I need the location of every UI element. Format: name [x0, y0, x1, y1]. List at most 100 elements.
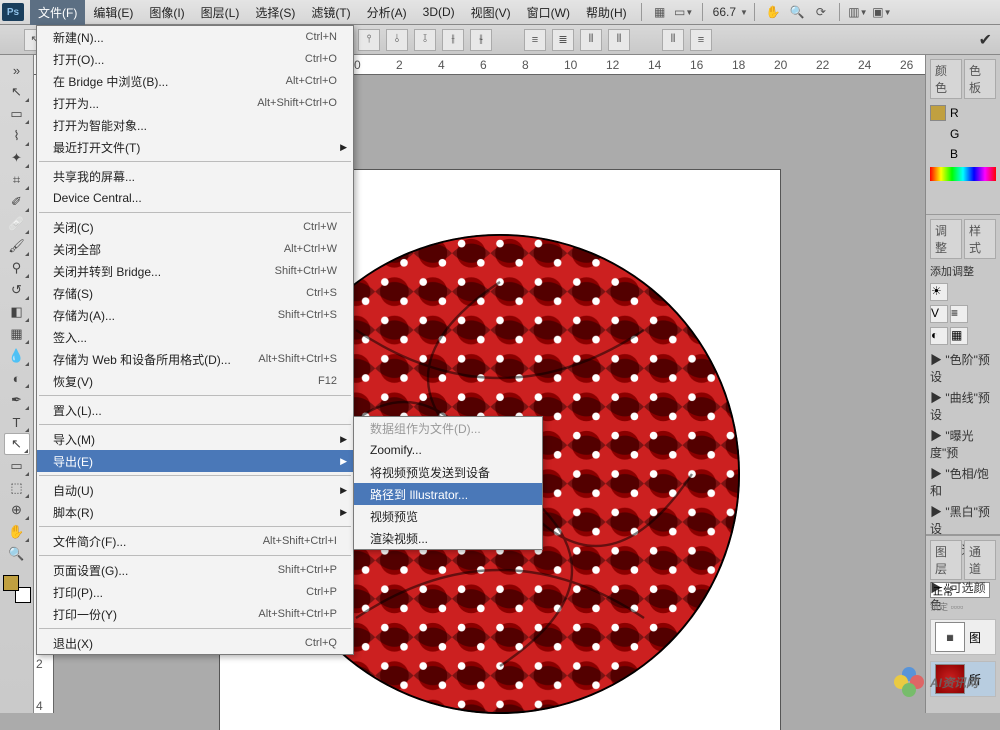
submenu-item[interactable]: 路径到 Illustrator... [354, 483, 542, 505]
foreground-color[interactable] [3, 575, 19, 591]
menu-image[interactable]: 图像(I) [141, 0, 192, 25]
menu-item[interactable]: 关闭(C)Ctrl+W [37, 216, 353, 238]
menu-item[interactable]: 最近打开文件(T)▶ [37, 136, 353, 158]
menu-item[interactable]: 恢复(V)F12 [37, 370, 353, 392]
align-icon[interactable]: ⫱ [414, 29, 436, 51]
menu-item[interactable]: 退出(X)Ctrl+Q [37, 632, 353, 654]
menu-item[interactable]: 签入... [37, 326, 353, 348]
eraser-tool[interactable]: ◧ [4, 301, 30, 323]
rotate-icon[interactable]: ⟳ [811, 2, 831, 22]
menu-filter[interactable]: 滤镜(T) [303, 0, 358, 25]
spectrum-picker[interactable] [930, 167, 996, 181]
path-select-tool[interactable]: ↖ [4, 433, 30, 455]
3d-camera-tool[interactable]: ⊕ [4, 499, 30, 521]
submenu-item[interactable]: 将视频预览发送到设备 [354, 461, 542, 483]
submenu-item[interactable]: Zoomify... [354, 439, 542, 461]
menu-item[interactable]: 文件简介(F)...Alt+Shift+Ctrl+I [37, 530, 353, 552]
color-swatch[interactable] [930, 105, 946, 121]
menu-item[interactable]: 自动(U)▶ [37, 479, 353, 501]
distribute-icon[interactable]: ⦀ [662, 29, 684, 51]
align-icon[interactable]: ⫰ [386, 29, 408, 51]
submenu-item[interactable]: 数据组作为文件(D)... [354, 417, 542, 439]
submenu-item[interactable]: 渲染视频... [354, 527, 542, 549]
align-icon[interactable]: ⫳ [470, 29, 492, 51]
menu-3d[interactable]: 3D(D) [415, 1, 463, 23]
bridge-icon[interactable]: ▦ [650, 2, 670, 22]
pen-tool[interactable]: ✒ [4, 389, 30, 411]
color-swatches[interactable] [3, 575, 31, 603]
align-icon[interactable]: ⫯ [358, 29, 380, 51]
commit-icon[interactable]: ✔ [979, 30, 992, 50]
tab-adjustments[interactable]: 调整 [930, 219, 962, 259]
menu-item[interactable]: 脚本(R)▶ [37, 501, 353, 523]
menu-item[interactable]: 在 Bridge 中浏览(B)...Alt+Ctrl+O [37, 70, 353, 92]
tab-swatches[interactable]: 色板 [964, 59, 996, 99]
tab-layers[interactable]: 图层 [930, 540, 962, 580]
menu-item[interactable]: 存储(S)Ctrl+S [37, 282, 353, 304]
menu-item[interactable]: 置入(L)... [37, 399, 353, 421]
history-brush-tool[interactable]: ↺ [4, 279, 30, 301]
menu-item[interactable]: 打印一份(Y)Alt+Shift+Ctrl+P [37, 603, 353, 625]
menu-item[interactable]: 打开为...Alt+Shift+Ctrl+O [37, 92, 353, 114]
preset-item[interactable]: ▶ "色阶"预设 [930, 349, 996, 387]
3d-tool[interactable]: ⬚ [4, 477, 30, 499]
adj-icon[interactable]: ▦ [950, 327, 968, 345]
blur-tool[interactable]: 💧 [4, 345, 30, 367]
gradient-tool[interactable]: ▦ [4, 323, 30, 345]
menu-file[interactable]: 文件(F) [30, 0, 85, 25]
preset-item[interactable]: ▶ "黑白"预设 [930, 501, 996, 539]
adj-icon[interactable]: V [930, 305, 948, 323]
menu-help[interactable]: 帮助(H) [578, 0, 635, 25]
menu-item[interactable]: 打开为智能对象... [37, 114, 353, 136]
tab-channels[interactable]: 通道 [964, 540, 996, 580]
adj-icon[interactable]: ☀ [930, 283, 948, 301]
menu-item[interactable]: 导入(M)▶ [37, 428, 353, 450]
tools-collapse-icon[interactable]: » [4, 59, 30, 81]
menu-item[interactable]: 导出(E)▶ [37, 450, 353, 472]
stamp-tool[interactable]: ⚲ [4, 257, 30, 279]
wand-tool[interactable]: ✦ [4, 147, 30, 169]
menu-layer[interactable]: 图层(L) [193, 0, 248, 25]
submenu-item[interactable]: 视频预览 [354, 505, 542, 527]
menu-item[interactable]: 页面设置(G)...Shift+Ctrl+P [37, 559, 353, 581]
distribute-icon[interactable]: ⦀ [608, 29, 630, 51]
hand-tool[interactable]: ✋ [4, 521, 30, 543]
align-icon[interactable]: ⫲ [442, 29, 464, 51]
menu-item[interactable]: 存储为(A)...Shift+Ctrl+S [37, 304, 353, 326]
shape-tool[interactable]: ▭ [4, 455, 30, 477]
arrange-icon[interactable]: ▥▼ [848, 2, 868, 22]
menu-edit[interactable]: 编辑(E) [85, 0, 141, 25]
menu-analysis[interactable]: 分析(A) [359, 0, 415, 25]
menu-select[interactable]: 选择(S) [247, 0, 303, 25]
menu-item[interactable]: 打开(O)...Ctrl+O [37, 48, 353, 70]
menu-item[interactable]: 关闭并转到 Bridge...Shift+Ctrl+W [37, 260, 353, 282]
tab-styles[interactable]: 样式 [964, 219, 996, 259]
distribute-icon[interactable]: ≣ [552, 29, 574, 51]
distribute-icon[interactable]: ⦀ [580, 29, 602, 51]
distribute-icon[interactable]: ≡ [690, 29, 712, 51]
zoom-tool[interactable]: 🔍 [4, 543, 30, 565]
menu-item[interactable]: 新建(N)...Ctrl+N [37, 26, 353, 48]
zoom-icon[interactable]: 🔍 [787, 2, 807, 22]
lasso-tool[interactable]: ⌇ [4, 125, 30, 147]
tab-color[interactable]: 颜色 [930, 59, 962, 99]
screen-mode-icon[interactable]: ▣▼ [872, 2, 892, 22]
hand-icon[interactable]: ✋ [763, 2, 783, 22]
menu-item[interactable]: 打印(P)...Ctrl+P [37, 581, 353, 603]
type-tool[interactable]: T [4, 411, 30, 433]
dodge-tool[interactable]: ◐ [4, 367, 30, 389]
distribute-icon[interactable]: ≡ [524, 29, 546, 51]
preset-item[interactable]: ▶ "曝光度"预 [930, 425, 996, 463]
menu-view[interactable]: 视图(V) [463, 0, 519, 25]
menu-item[interactable]: 存储为 Web 和设备所用格式(D)...Alt+Shift+Ctrl+S [37, 348, 353, 370]
adj-icon[interactable]: ◐ [930, 327, 948, 345]
menu-item[interactable]: 关闭全部Alt+Ctrl+W [37, 238, 353, 260]
menu-item[interactable]: Device Central... [37, 187, 353, 209]
menu-window[interactable]: 窗口(W) [519, 0, 578, 25]
layout-icon[interactable]: ▭▼ [674, 2, 694, 22]
menu-item[interactable]: 共享我的屏幕... [37, 165, 353, 187]
move-tool[interactable]: ↖ [4, 81, 30, 103]
adj-icon[interactable]: ≡ [950, 305, 968, 323]
marquee-tool[interactable]: ▭ [4, 103, 30, 125]
preset-item[interactable]: ▶ "曲线"预设 [930, 387, 996, 425]
